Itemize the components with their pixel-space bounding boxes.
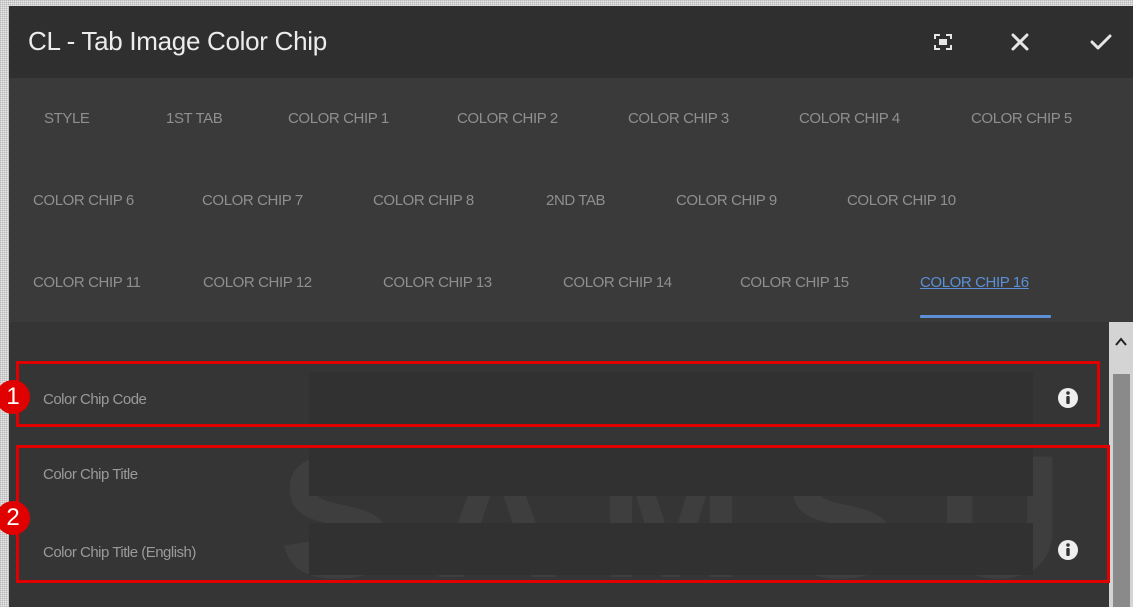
color-chip-title-label: Color Chip Title xyxy=(43,466,138,483)
tab-color-chip-12[interactable]: COLOR CHIP 12 xyxy=(203,274,312,291)
tab-list: STYLE 1ST TAB COLOR CHIP 1 COLOR CHIP 2 … xyxy=(9,78,1133,328)
checkmark-icon xyxy=(1090,34,1112,50)
tab-color-chip-10[interactable]: COLOR CHIP 10 xyxy=(847,192,956,209)
tab-2nd-tab[interactable]: 2ND TAB xyxy=(546,192,606,209)
dialog-titlebar: CL - Tab Image Color Chip xyxy=(9,6,1133,78)
tab-color-chip-14[interactable]: COLOR CHIP 14 xyxy=(563,274,672,291)
tab-color-chip-16[interactable]: COLOR CHIP 16 xyxy=(920,274,1029,291)
tab-color-chip-2[interactable]: COLOR CHIP 2 xyxy=(457,110,558,127)
color-chip-code-input[interactable] xyxy=(309,372,1033,424)
scroll-thumb[interactable] xyxy=(1113,374,1130,607)
color-chip-title-english-input[interactable] xyxy=(309,523,1033,575)
chevron-up-icon[interactable] xyxy=(1113,334,1129,350)
tab-color-chip-5[interactable]: COLOR CHIP 5 xyxy=(971,110,1072,127)
confirm-button[interactable] xyxy=(1083,24,1119,60)
tab-color-chip-13[interactable]: COLOR CHIP 13 xyxy=(383,274,492,291)
fullscreen-icon xyxy=(934,34,952,50)
tab-color-chip-11[interactable]: COLOR CHIP 11 xyxy=(33,274,141,291)
tab-style[interactable]: STYLE xyxy=(44,110,90,127)
dialog-title: CL - Tab Image Color Chip xyxy=(28,26,327,56)
tab-color-chip-4[interactable]: COLOR CHIP 4 xyxy=(799,110,900,127)
tab-color-chip-8[interactable]: COLOR CHIP 8 xyxy=(373,192,474,209)
form-panel: SAMSUNG Color Chip Code Color Chip Title… xyxy=(9,322,1109,607)
info-icon[interactable] xyxy=(1057,387,1079,409)
vertical-scrollbar[interactable] xyxy=(1109,322,1133,607)
close-button[interactable] xyxy=(1002,24,1038,60)
tab-color-chip-3[interactable]: COLOR CHIP 3 xyxy=(628,110,729,127)
close-icon xyxy=(1011,33,1029,51)
tab-color-chip-1[interactable]: COLOR CHIP 1 xyxy=(288,110,389,127)
color-chip-code-label: Color Chip Code xyxy=(43,391,147,408)
info-icon[interactable] xyxy=(1057,539,1079,561)
color-chip-title-english-label: Color Chip Title (English) xyxy=(43,544,196,561)
fullscreen-button[interactable] xyxy=(925,24,961,60)
tab-color-chip-9[interactable]: COLOR CHIP 9 xyxy=(676,192,777,209)
active-tab-indicator xyxy=(920,315,1051,318)
tab-1st-tab[interactable]: 1ST TAB xyxy=(166,110,223,127)
tab-color-chip-7[interactable]: COLOR CHIP 7 xyxy=(202,192,303,209)
tab-color-chip-15[interactable]: COLOR CHIP 15 xyxy=(740,274,849,291)
tab-color-chip-6[interactable]: COLOR CHIP 6 xyxy=(33,192,134,209)
color-chip-title-input[interactable] xyxy=(309,444,1033,496)
dialog: CL - Tab Image Color Chip STYLE 1ST TAB … xyxy=(9,6,1133,607)
